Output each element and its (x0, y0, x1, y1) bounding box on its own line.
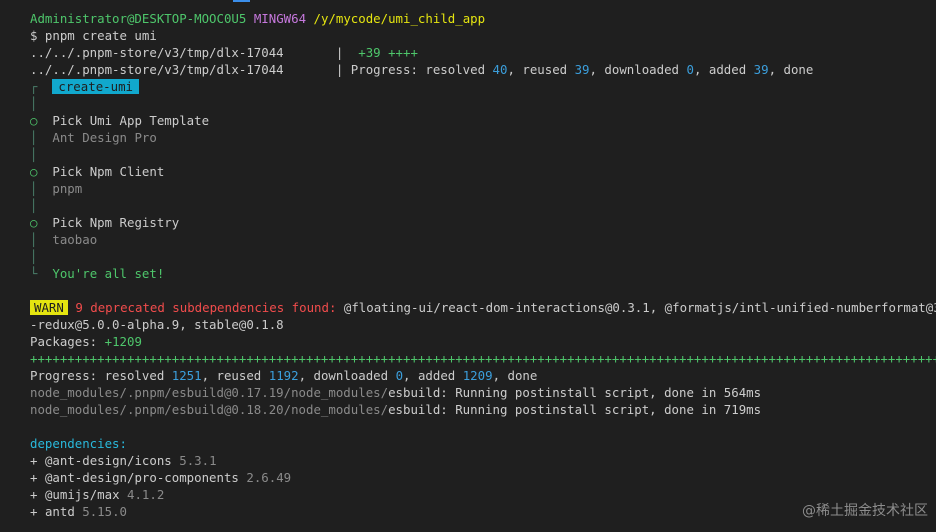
packages-count: +1209 (104, 334, 142, 349)
dlx-path: ../../.pnpm-store/v3/tmp/dlx-17044 (30, 45, 284, 60)
guide-bar-icon: │ (30, 181, 38, 196)
warning-line: WARN 9 deprecated subdependencies found:… (30, 299, 936, 316)
downloaded-count: 0 (686, 62, 694, 77)
prompt-user: Administrator@DESKTOP-MOOC0U5 (30, 11, 247, 26)
added-total: 1209 (462, 368, 493, 383)
warning-list: @floating-ui/react-dom-interactions@0.3.… (343, 300, 936, 315)
progress-line: Progress: resolved 1251, reused 1192, do… (30, 368, 538, 383)
dependency-item: + @ant-design/pro-components 2.6.49 (30, 470, 292, 485)
command-line: $ pnpm create umi (30, 28, 157, 43)
wizard-step-answer: │ pnpm (30, 181, 83, 196)
guide-bar-icon: │ (30, 96, 38, 111)
separator: | (335, 45, 344, 60)
terminal-output[interactable]: Administrator@DESKTOP-MOOC0U5 MINGW64 /y… (30, 10, 936, 520)
reused-count: 39 (574, 62, 590, 77)
tab-accent-bar (233, 0, 250, 2)
prompt-path: /y/mycode/umi_child_app (313, 11, 486, 26)
guide-bar-icon: │ (30, 147, 38, 162)
wizard-step-question: ○ Pick Npm Registry (30, 215, 180, 230)
warn-badge: WARN (30, 300, 68, 315)
prompt-env: MINGW64 (253, 11, 307, 26)
step-circle-icon: ○ (30, 113, 38, 128)
step-circle-icon: ○ (30, 215, 38, 230)
wizard-step-answer: │ taobao (30, 232, 98, 247)
downloaded-count: 0 (395, 368, 404, 383)
guide-corner-icon: ┌ (30, 79, 45, 94)
postinstall-line: node_modules/.pnpm/esbuild@0.17.19/node_… (30, 385, 762, 400)
step-circle-icon: ○ (30, 164, 38, 179)
wizard-title-badge: create-umi (52, 79, 139, 94)
resolved-count: 40 (492, 62, 508, 77)
wizard-step-question: ○ Pick Umi App Template (30, 113, 210, 128)
dependencies-heading: dependencies: (30, 436, 127, 451)
guide-end-icon: └ (30, 266, 38, 281)
wizard-step-question: ○ Pick Npm Client (30, 164, 165, 179)
dependency-item: + @umijs/max 4.1.2 (30, 487, 165, 502)
pnpm-progress-line-1: ../../.pnpm-store/v3/tmp/dlx-17044 | +39… (30, 44, 936, 61)
warning-message: 9 deprecated subdependencies found: (75, 300, 337, 315)
guide-bar-icon: │ (30, 198, 38, 213)
guide-bar-icon: │ (30, 249, 38, 264)
prompt-line: Administrator@DESKTOP-MOOC0U5 MINGW64 /y… (30, 10, 936, 27)
guide-bar-icon: │ (30, 130, 38, 145)
guide-bar-icon: │ (30, 232, 38, 247)
pnpm-progress-line-2: ../../.pnpm-store/v3/tmp/dlx-17044 | Pro… (30, 62, 814, 77)
wizard-title-line: ┌ create-umi (30, 78, 936, 95)
dependency-item: + @ant-design/icons 5.3.1 (30, 453, 217, 468)
postinstall-line: node_modules/.pnpm/esbuild@0.18.20/node_… (30, 402, 762, 417)
wizard-final-message: You're all set! (52, 266, 165, 281)
wizard-final-line: └ You're all set! (30, 265, 936, 282)
reused-count: 1192 (268, 368, 299, 383)
added-total: 39 (753, 62, 769, 77)
packages-line: Packages: +1209 (30, 334, 142, 349)
wizard-step-answer: │ Ant Design Pro (30, 130, 157, 145)
dlx-path: ../../.pnpm-store/v3/tmp/dlx-17044 (30, 62, 284, 77)
dependency-item: + antd 5.15.0 (30, 504, 128, 519)
packages-progress-bar: ++++++++++++++++++++++++++++++++++++++++… (30, 351, 936, 366)
added-count: +39 ++++ (358, 45, 418, 60)
resolved-count: 1251 (171, 368, 202, 383)
watermark: @稀土掘金技术社区 (802, 503, 928, 519)
warning-continued: -redux@5.0.0-alpha.9, stable@0.1.8 (30, 317, 284, 332)
